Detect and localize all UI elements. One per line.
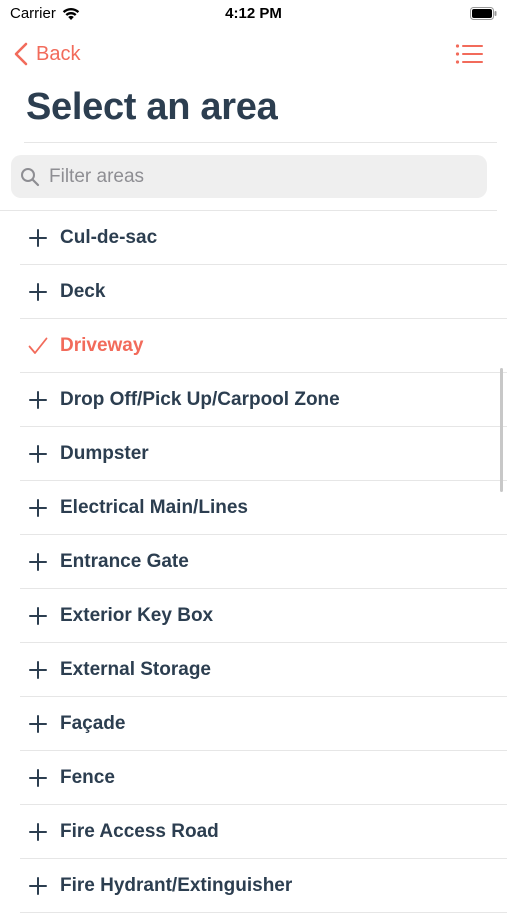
plus-icon <box>29 390 47 409</box>
plus-icon <box>29 228 47 247</box>
area-list: Cul-de-sac Deck Driveway Drop Off/Pick Up/C… <box>0 211 507 913</box>
list-item[interactable]: Drop Off/Pick Up/Carpool Zone <box>20 373 507 427</box>
plus-icon <box>29 876 47 895</box>
list-item-label: Cul-de-sac <box>60 226 158 248</box>
list-item[interactable]: Deck <box>20 265 507 319</box>
list-item[interactable]: Exterior Key Box <box>20 589 507 643</box>
checkmark-icon <box>28 337 48 354</box>
plus-icon <box>29 552 47 571</box>
list-item-label: Entrance Gate <box>60 550 189 572</box>
search-field[interactable] <box>11 155 487 198</box>
page-title: Select an area <box>26 86 278 128</box>
navigation-bar: Back <box>0 34 507 74</box>
list-item[interactable]: Electrical Main/Lines <box>20 481 507 535</box>
list-item-label: Fence <box>60 766 115 788</box>
list-item[interactable]: Fire Access Road <box>20 805 507 859</box>
plus-icon <box>29 282 47 301</box>
list-item[interactable]: External Storage <box>20 643 507 697</box>
list-icon[interactable] <box>455 42 483 66</box>
list-item-label: Driveway <box>60 334 144 356</box>
list-item-label: Drop Off/Pick Up/Carpool Zone <box>60 388 340 410</box>
plus-icon <box>29 498 47 517</box>
list-item-label: External Storage <box>60 658 211 680</box>
list-item-label: Exterior Key Box <box>60 604 214 626</box>
list-item-label: Deck <box>60 280 106 302</box>
list-item[interactable]: Cul-de-sac <box>20 211 507 265</box>
plus-icon <box>29 660 47 679</box>
list-item[interactable]: Entrance Gate <box>20 535 507 589</box>
plus-icon <box>29 822 47 841</box>
search-icon <box>21 167 40 186</box>
battery-icon <box>470 7 497 20</box>
chevron-left-icon <box>14 42 28 66</box>
plus-icon <box>29 768 47 787</box>
list-item-label: Dumpster <box>60 442 149 464</box>
list-item[interactable]: Fence <box>20 751 507 805</box>
plus-icon <box>29 606 47 625</box>
back-label: Back <box>36 42 81 65</box>
scrollbar[interactable] <box>500 368 503 492</box>
list-item-label: Fire Access Road <box>60 820 219 842</box>
list-item[interactable]: Fire Hydrant/Extinguisher <box>20 859 507 913</box>
list-item[interactable]: Dumpster <box>20 427 507 481</box>
list-item-label: Electrical Main/Lines <box>60 496 248 518</box>
list-item-label: Fire Hydrant/Extinguisher <box>60 874 293 896</box>
title-divider <box>24 142 497 143</box>
list-item[interactable]: Driveway <box>20 319 507 373</box>
plus-icon <box>29 714 47 733</box>
list-item-label: Façade <box>60 712 126 734</box>
list-item[interactable]: Façade <box>20 697 507 751</box>
back-button[interactable]: Back <box>14 39 80 69</box>
plus-icon <box>29 444 47 463</box>
status-time: 4:12 PM <box>225 5 282 22</box>
search-input[interactable] <box>47 164 471 189</box>
status-bar: Carrier 4:12 PM <box>0 0 507 28</box>
